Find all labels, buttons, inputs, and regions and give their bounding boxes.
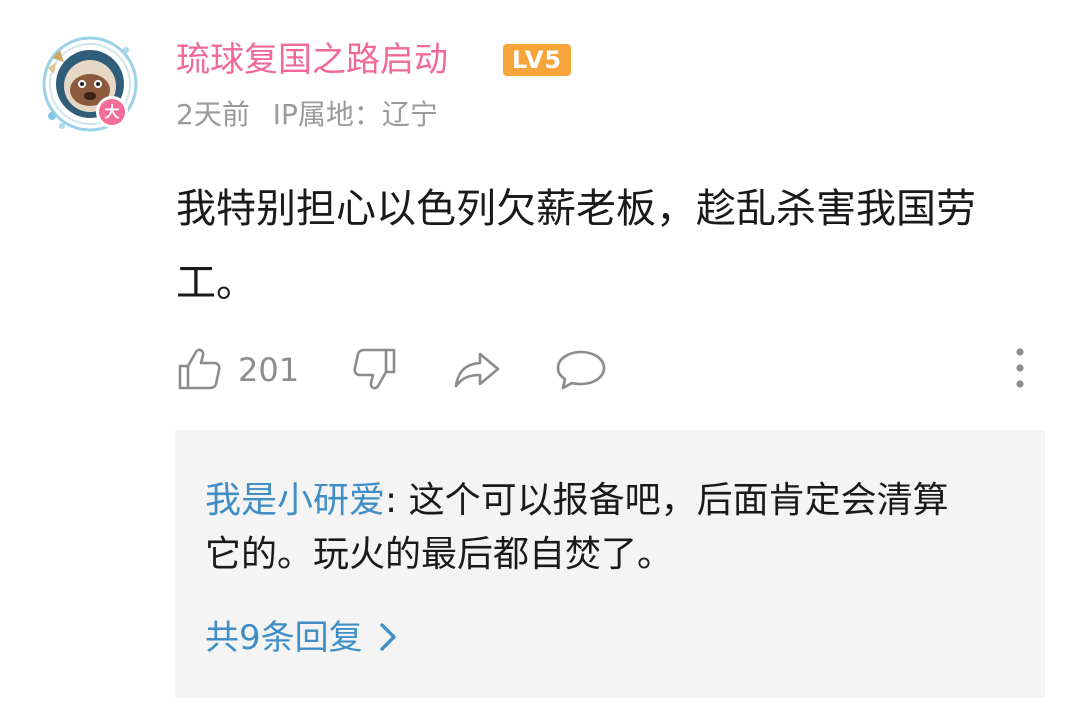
- avatar-icon: [42, 36, 138, 132]
- avatar[interactable]: 大: [34, 28, 146, 140]
- reply-colon: :: [385, 480, 409, 521]
- thumbs-up-icon[interactable]: [174, 344, 224, 394]
- vip-badge: 大: [96, 96, 128, 128]
- username[interactable]: 琉球复国之路启动: [176, 38, 448, 82]
- reply-username[interactable]: 我是小研爱: [205, 480, 385, 521]
- like-count: 201: [238, 351, 300, 389]
- thumbs-down-icon[interactable]: [350, 344, 400, 394]
- level-badge: LV5: [503, 44, 571, 76]
- reply-item: 我是小研爱: 这个可以报备吧，后面肯定会清算它的。玩火的最后都自焚了。: [205, 474, 965, 582]
- comment-card: 大 琉球复国之路启动 LV5 2天前 IP属地：辽宁 我特别担心以色列欠薪老板，…: [0, 0, 1080, 716]
- comment-icon[interactable]: [554, 344, 608, 394]
- more-vertical-icon[interactable]: [1010, 344, 1030, 394]
- reply-preview[interactable]: 我是小研爱: 这个可以报备吧，后面肯定会清算它的。玩火的最后都自焚了。 共9条回…: [175, 430, 1045, 698]
- chevron-right-icon: [379, 622, 396, 651]
- view-all-replies-link[interactable]: 共9条回复: [205, 616, 399, 660]
- post-meta: 2天前 IP属地：辽宁: [176, 96, 452, 134]
- more-replies-label: 共9条回复: [205, 618, 363, 658]
- share-icon[interactable]: [452, 344, 502, 394]
- action-bar: 201: [174, 344, 1040, 394]
- post-time: 2天前: [176, 98, 250, 131]
- comment-text: 我特别担心以色列欠薪老板，趁乱杀害我国劳工。: [176, 186, 976, 306]
- ip-location: IP属地：辽宁: [272, 98, 438, 131]
